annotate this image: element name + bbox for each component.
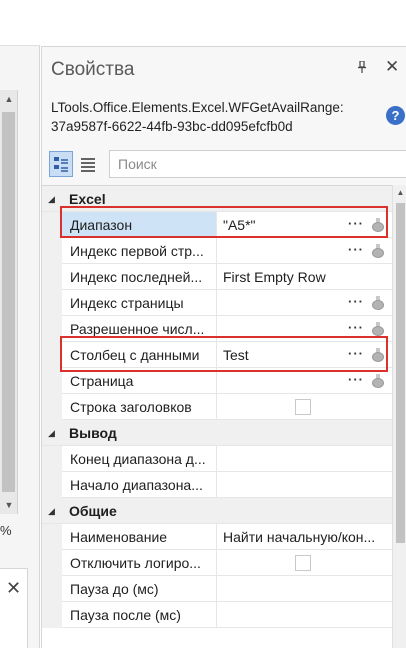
column-separator[interactable]	[216, 238, 217, 264]
row-margin	[42, 212, 62, 238]
column-separator[interactable]	[216, 524, 217, 550]
highlight-box-data-column	[60, 336, 388, 372]
properties-toolbar: Поиск	[42, 147, 406, 181]
property-row[interactable]: Индекс первой стр... ···	[42, 238, 392, 264]
category-label: Вывод	[69, 425, 117, 441]
flask-icon[interactable]	[372, 244, 384, 258]
flask-icon[interactable]	[372, 322, 384, 336]
list-icon	[81, 158, 95, 172]
property-name[interactable]: Индекс страницы	[70, 290, 216, 316]
row-margin	[42, 290, 62, 316]
row-margin	[42, 446, 62, 472]
scroll-down-arrow-icon[interactable]: ▼	[0, 496, 18, 514]
column-separator[interactable]	[216, 264, 217, 290]
row-margin	[42, 316, 62, 342]
column-separator[interactable]	[216, 576, 217, 602]
row-margin	[42, 550, 62, 576]
alphabetical-view-button[interactable]	[77, 151, 101, 177]
left-pane-scrollbar[interactable]: ▲ ▼	[0, 90, 18, 514]
property-grid-scrollbar[interactable]: ▲	[392, 185, 406, 648]
property-value[interactable]: Найти начальную/кон...	[223, 524, 388, 550]
left-pane: ▲ ▼ % ✕	[0, 0, 40, 648]
checkbox[interactable]	[295, 555, 311, 571]
categorized-icon	[54, 157, 68, 172]
category-row[interactable]: ◢ Общие	[42, 498, 392, 524]
zoom-percent-label: %	[0, 523, 12, 538]
row-margin	[42, 394, 62, 420]
row-margin	[42, 472, 62, 498]
property-name[interactable]: Наименование	[70, 524, 216, 550]
categorized-view-button[interactable]	[49, 151, 73, 177]
activity-type-name: LTools.Office.Elements.Excel.WFGetAvailR…	[51, 100, 344, 134]
help-icon[interactable]: ?	[386, 106, 405, 125]
property-name[interactable]: Индекс первой стр...	[70, 238, 216, 264]
property-row[interactable]: Строка заголовков	[42, 394, 392, 420]
property-row[interactable]: Индекс последней... First Empty Row	[42, 264, 392, 290]
column-separator[interactable]	[216, 472, 217, 498]
property-row[interactable]: Конец диапазона д...	[42, 446, 392, 472]
property-row[interactable]: Начало диапазона...	[42, 472, 392, 498]
column-separator[interactable]	[216, 394, 217, 420]
checkbox[interactable]	[295, 399, 311, 415]
close-icon[interactable]: ✕	[6, 578, 21, 599]
property-name[interactable]: Начало диапазона...	[70, 472, 216, 498]
column-separator[interactable]	[216, 290, 217, 316]
property-value[interactable]	[223, 602, 388, 628]
left-pane-header	[0, 0, 40, 46]
scroll-up-arrow-icon[interactable]: ▲	[393, 185, 406, 201]
property-row[interactable]: Индекс страницы ···	[42, 290, 392, 316]
row-margin	[42, 342, 62, 368]
column-separator[interactable]	[216, 550, 217, 576]
property-name[interactable]: Пауза после (мс)	[70, 602, 216, 628]
property-name[interactable]: Конец диапазона д...	[70, 446, 216, 472]
scroll-up-arrow-icon[interactable]: ▲	[0, 90, 18, 108]
left-pane-scroll-thumb[interactable]	[2, 112, 15, 492]
property-value[interactable]	[223, 446, 388, 472]
flask-icon[interactable]	[372, 374, 384, 388]
property-row[interactable]: Отключить логиро...	[42, 550, 392, 576]
row-margin	[42, 238, 62, 264]
row-margin	[42, 264, 62, 290]
property-row[interactable]: Пауза после (мс)	[42, 602, 392, 628]
row-margin	[42, 602, 62, 628]
highlight-box-range	[60, 206, 388, 238]
column-separator[interactable]	[216, 446, 217, 472]
property-name[interactable]: Пауза до (мс)	[70, 576, 216, 602]
category-label: Общие	[69, 503, 117, 519]
property-value[interactable]: First Empty Row	[223, 264, 388, 290]
close-icon[interactable]: ✕	[385, 57, 399, 77]
collapse-arrow-icon[interactable]: ◢	[48, 498, 55, 524]
column-separator[interactable]	[216, 602, 217, 628]
property-grid-scroll-thumb[interactable]	[396, 203, 405, 543]
property-value[interactable]	[223, 472, 388, 498]
ellipsis-button[interactable]: ···	[348, 290, 364, 314]
property-row[interactable]: Наименование Найти начальную/кон...	[42, 524, 392, 550]
row-margin	[42, 524, 62, 550]
property-row[interactable]: Пауза до (мс)	[42, 576, 392, 602]
panel-title: Свойства	[51, 59, 135, 80]
property-grid: ◢ Excel Диапазон "A5*" ··· Индекс первой стр.…	[42, 185, 392, 648]
pin-icon[interactable]	[357, 60, 367, 77]
category-row[interactable]: ◢ Вывод	[42, 420, 392, 446]
property-name[interactable]: Строка заголовков	[70, 394, 216, 420]
flask-icon[interactable]	[372, 296, 384, 310]
property-name[interactable]: Отключить логиро...	[70, 550, 216, 576]
row-margin	[42, 576, 62, 602]
search-input[interactable]: Поиск	[109, 150, 406, 178]
property-value[interactable]	[223, 576, 388, 602]
ellipsis-button[interactable]: ···	[348, 238, 364, 262]
property-name[interactable]: Индекс последней...	[70, 264, 216, 290]
collapse-arrow-icon[interactable]: ◢	[48, 186, 55, 212]
row-margin	[42, 368, 62, 394]
collapse-arrow-icon[interactable]: ◢	[48, 420, 55, 446]
